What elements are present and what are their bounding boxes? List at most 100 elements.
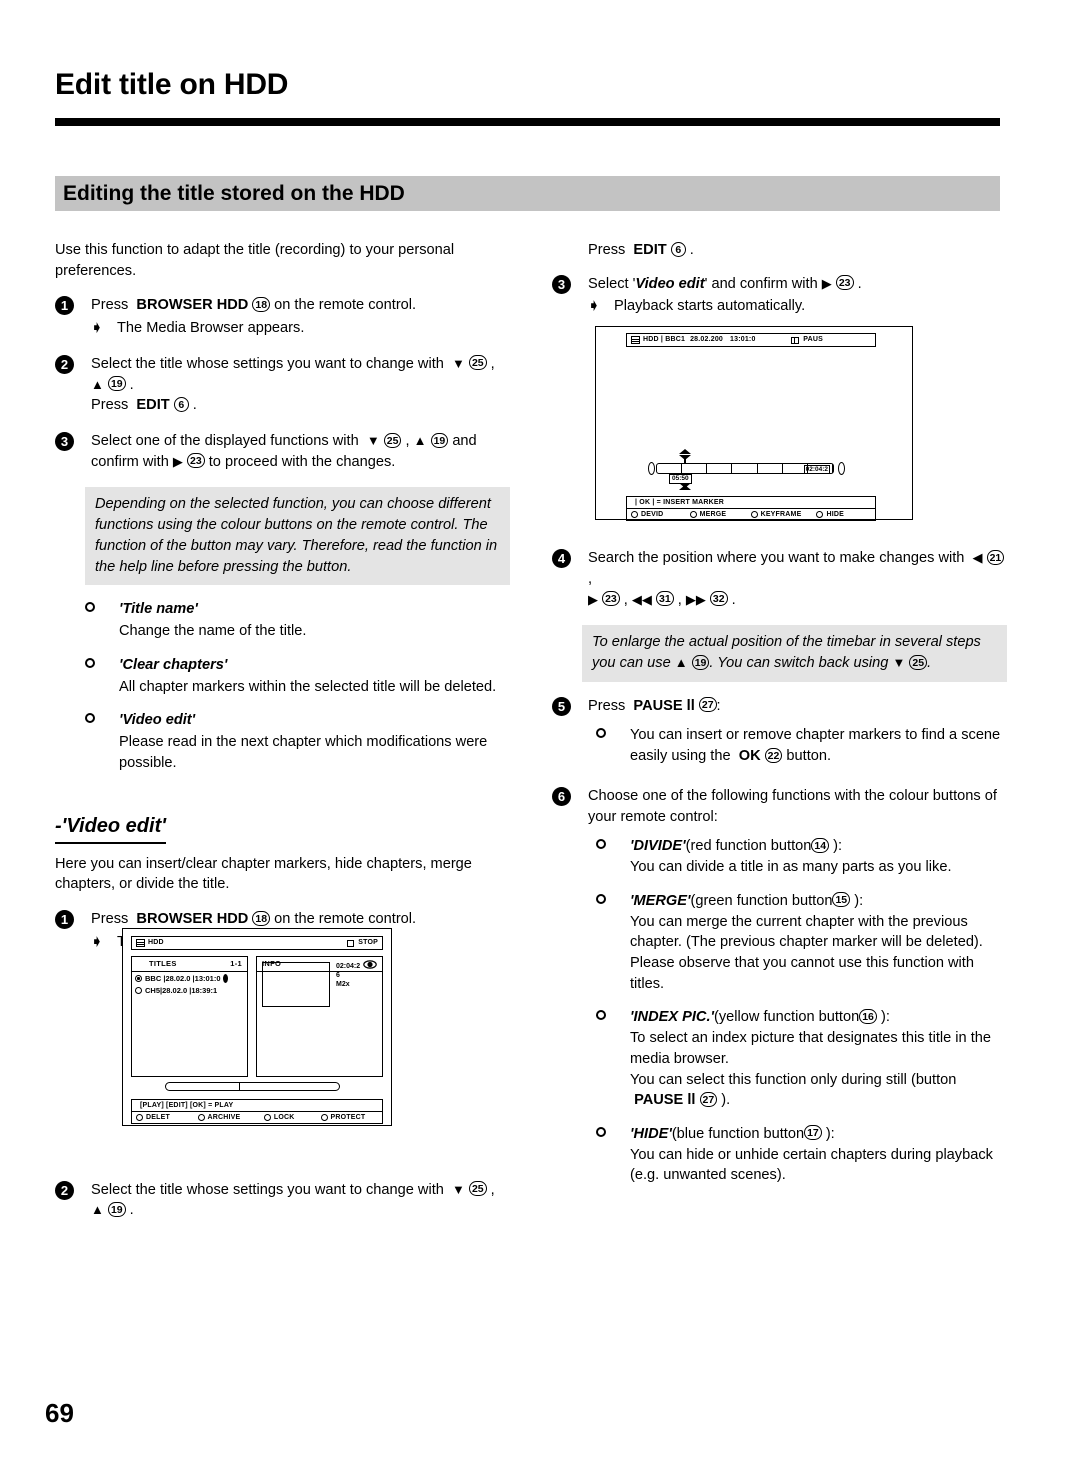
bullet-line2-after: button. [786,748,832,765]
title-date: 28.02.0 [165,974,191,983]
function-divide: 'DIVIDE'(red function button 14 ): You ca… [596,836,1007,877]
colour-button-keyframe[interactable]: KEYFRAME [750,510,817,520]
arrow-right-icon: ▶ [821,275,832,291]
step-text-line1: Search the position where you want to ma… [588,550,965,567]
button-pause: PAUSE ll [634,1092,696,1109]
timebar[interactable]: 02:04:2 [656,463,834,474]
bullet-clear-chapters: 'Clear chapters' All chapter markers wit… [85,655,510,697]
bullet-icon [596,1010,606,1021]
step-text-line2: confirm with ▶ 23 to proceed with the ch… [91,452,510,473]
function-name: 'INDEX PIC.' [630,1009,714,1026]
step-result-text: Playback starts automatically. [614,298,806,315]
step-text-after: to proceed with the changes. [208,453,396,470]
colour-button-delete[interactable]: DELET [132,1113,198,1123]
previous-icon: ◀◀ [631,591,652,607]
step-text-after: on the remote control. [274,297,417,314]
scrollbar-thumb[interactable] [238,1083,240,1090]
keyref: 25 [468,355,487,371]
step-number: 1 [55,296,74,316]
step-1: 1 Press BROWSER HDD 18 on the remote con… [55,295,510,338]
function-body2: You can select this function only during… [630,1071,957,1088]
colour-button-hide[interactable]: HIDE [816,510,875,520]
keyref: 18 [252,910,271,926]
video-status-bar: HDD | BBC1 28.02.200 13:01:0 PAUS [626,333,876,347]
arrow-icon: ➧ [91,932,103,949]
page-number: 69 [45,1398,74,1428]
status-source: HDD [643,336,659,343]
step-number: 3 [552,274,571,294]
function-index-pic: 'INDEX PIC.'(yellow function button 16 ):… [596,1007,1007,1111]
timebar-left-cap-icon [648,462,655,475]
title-row-selected[interactable]: BBC | 28.02.0 | 13:01:0 [132,972,247,984]
keyref: 25 [468,1181,487,1197]
subsection-heading-wrap: -'Video edit' [55,786,510,853]
function-merge: 'MERGE'(green function button 15 ): You c… [596,891,1007,995]
title-row[interactable]: CH5 | 28.02.0 | 18:39:1 [132,984,247,996]
function-body2-line: PAUSE ll 27 ). [630,1090,1007,1111]
colour-button-divide[interactable]: DEVID [627,510,690,520]
horizontal-scrollbar[interactable] [165,1082,340,1091]
titles-label: TITLES [149,958,177,968]
media-browser-screen: HDD STOP TITLES 1-1 BBC | 28.02.0 | 13:0… [122,928,392,1126]
right-step-6: 6 Choose one of the following functions … [552,786,1007,1186]
function-suffix: (green function button [690,892,833,909]
marker-down-arrow-icon [679,455,691,460]
colour-button-lock[interactable]: LOCK [263,1113,321,1123]
step-text-before: Press [91,297,129,314]
manual-page: Edit title on HDD Editing the title stor… [0,0,1080,1473]
keyref: 22 [764,747,783,763]
hdd-icon [631,336,640,344]
function-body2-tail: ). [721,1092,731,1109]
press-label: Press [588,697,626,714]
function-suffix: (blue function button [671,1125,805,1142]
subsection-body: Here you can insert/clear chapter marker… [55,855,472,893]
bullet-body: Change the name of the title. [119,623,307,640]
step-text: Select 'Video edit' and confirm with ▶ 2… [588,275,862,292]
step-number: 6 [552,786,571,806]
video-colour-buttons: DEVID MERGE KEYFRAME HIDE [626,508,876,521]
bullet-line1: You can insert or remove chapter markers… [630,727,1001,744]
info-duration: 02:04:2 [336,963,361,970]
step-text: Select one of the displayed functions wi… [91,432,477,450]
function-head: 'MERGE'(green function button 15 ): [630,891,1007,912]
status-right-wrap: PAUS [791,334,871,346]
keyref: 23 [835,275,854,291]
button-ok: OK [738,748,761,765]
hdd-icon [136,939,145,947]
keyref: 14 [811,837,830,853]
step-result: ➧ Playback starts automatically. [588,296,1007,317]
timebar-segment [657,464,683,473]
status-right-wrap: STOP [347,937,378,949]
timebar-segment [707,464,733,473]
press-label: Press [91,397,129,414]
video-edit-screen: HDD | BBC1 28.02.200 13:01:0 PAUS 02:04:… [595,326,913,521]
press-label: Press [588,242,626,258]
keyref: 19 [107,1201,126,1217]
bullet-body: All chapter markers within the selected … [119,678,497,695]
arrow-down-icon: ▼ [452,355,465,371]
function-suffix2: ): [825,1125,835,1142]
function-suffix2: ): [854,892,864,909]
step-number: 3 [55,432,74,452]
keyref: 15 [832,892,851,908]
colour-button-protect[interactable]: PROTECT [320,1113,383,1123]
function-body: You can divide a title in as many parts … [630,859,952,876]
colour-button-merge[interactable]: MERGE [689,510,751,520]
colour-button-archive[interactable]: ARCHIVE [197,1113,264,1123]
selection-marker-icon [222,974,228,983]
page-title: Edit title on HDD [55,68,289,101]
step-text-line2: ▲ 19 . [91,376,134,393]
function-body: You can hide or unhide certain chapters … [630,1146,993,1184]
bullet-icon [596,839,606,850]
colour-button-label: MERGE [699,510,727,518]
bullet-label: 'Video edit' [119,712,196,729]
title-radio-icon [135,975,142,982]
timebar-total-time: 02:04:2 [803,465,830,474]
header-rule [55,118,1000,126]
videoedit-step-2: 2 Select the title whose settings you wa… [55,1180,510,1221]
pause-icon [791,336,800,344]
step-text: Select the title whose settings you want… [91,1181,495,1198]
note-part2: . You can switch back using [709,655,889,672]
arrow-up-icon: ▲ [91,376,104,392]
step-3: 3 Select one of the displayed functions … [55,431,510,472]
